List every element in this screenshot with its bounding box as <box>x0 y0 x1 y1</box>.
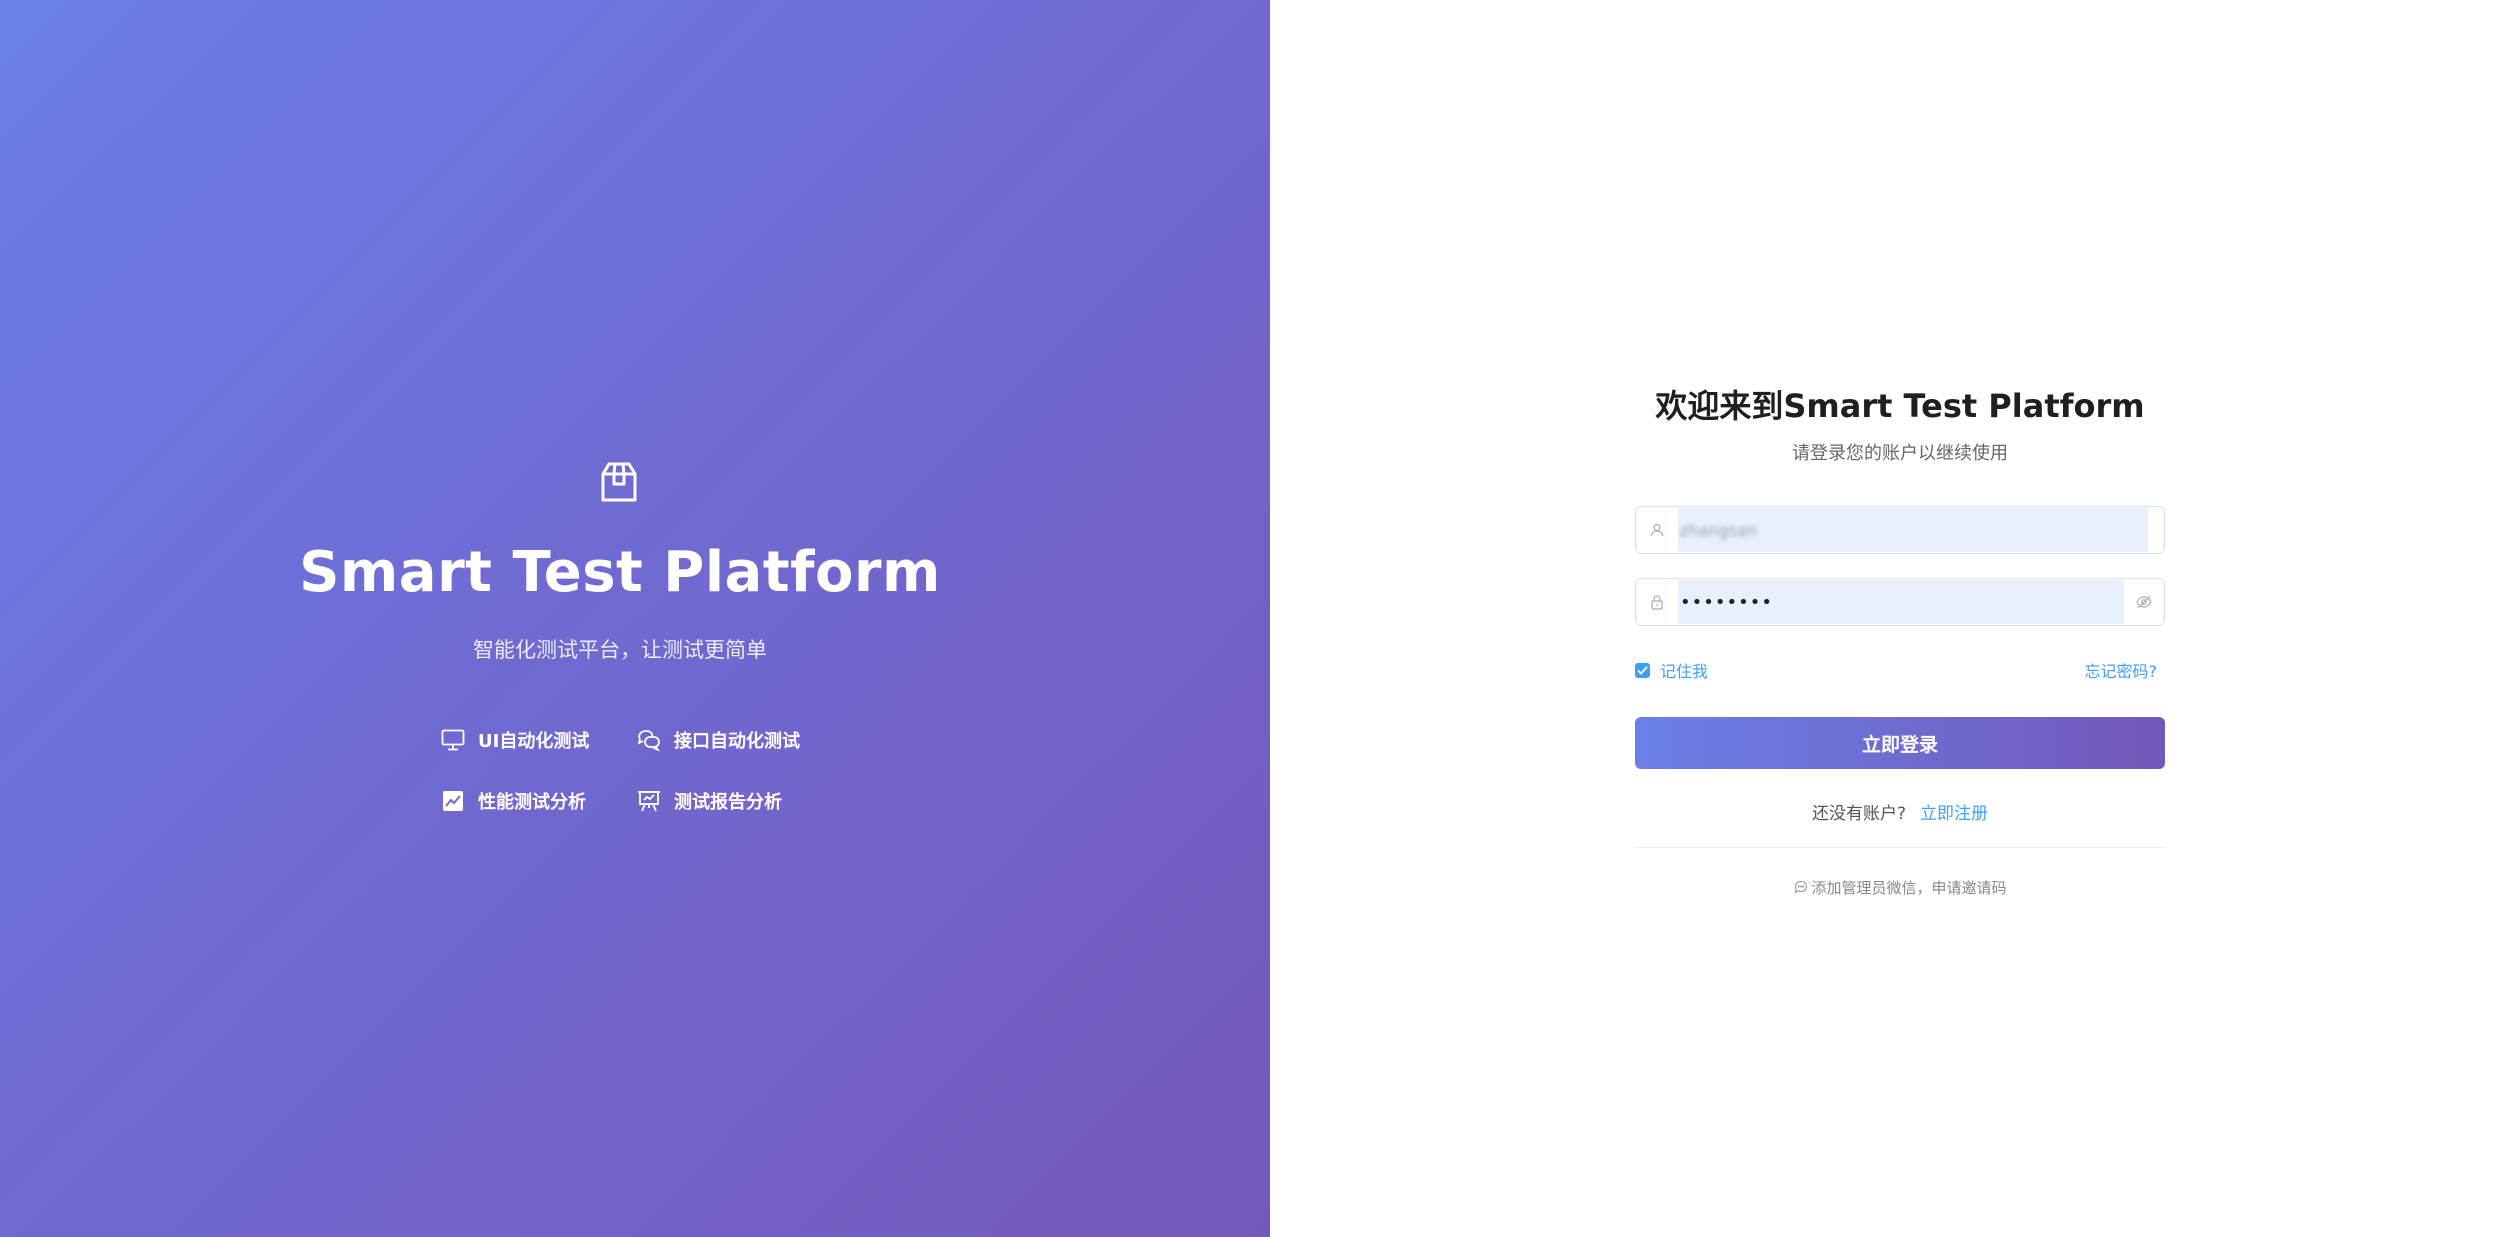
monitor-icon <box>440 728 466 752</box>
chat-icon <box>1793 879 1809 895</box>
feature-ui-automation: UI自动化测试 <box>440 728 636 752</box>
feature-performance: 性能测试分析 <box>440 789 636 813</box>
feature-label: UI自动化测试 <box>478 731 590 752</box>
feature-label: 测试报告分析 <box>674 792 782 813</box>
line-chart-icon <box>440 789 466 813</box>
username-input[interactable]: zhangsan <box>1678 508 2148 552</box>
password-input[interactable]: •••••••• <box>1678 580 2124 624</box>
login-button[interactable]: 立即登录 <box>1635 717 2165 769</box>
feature-report: 测试报告分析 <box>636 789 832 813</box>
feature-label: 性能测试分析 <box>478 792 586 813</box>
invite-code-tip: 添加管理员微信，申请邀请码 <box>1635 876 2165 898</box>
login-form: 欢迎来到Smart Test Platform 请登录您的账户以继续使用 zha… <box>1635 380 2165 898</box>
user-icon <box>1636 507 1678 553</box>
register-link[interactable]: 立即注册 <box>1920 804 1988 824</box>
checkbox-checked-icon[interactable] <box>1635 662 1650 678</box>
register-row: 还没有账户? 立即注册 <box>1635 799 2165 824</box>
eye-hidden-icon[interactable] <box>2124 579 2164 625</box>
options-row: 记住我 忘记密码? <box>1635 658 2165 682</box>
brand-title: Smart Test Platform <box>299 540 941 605</box>
username-field[interactable]: zhangsan <box>1635 506 2165 554</box>
login-page: Smart Test Platform 智能化测试平台，让测试更简单 UI自动化… <box>0 0 2495 1237</box>
chat-bubbles-icon <box>636 728 662 752</box>
brand-panel: Smart Test Platform 智能化测试平台，让测试更简单 UI自动化… <box>0 0 1270 1237</box>
feature-list: UI自动化测试 接口自动化测试 性能测试分析 测试报告分析 <box>440 728 860 813</box>
login-subtitle: 请登录您的账户以继续使用 <box>1792 443 2008 464</box>
forgot-password-link[interactable]: 忘记密码? <box>2085 658 2158 682</box>
login-title: 欢迎来到Smart Test Platform <box>1655 387 2145 425</box>
presentation-board-icon <box>636 789 662 813</box>
feature-label: 接口自动化测试 <box>674 731 800 752</box>
remember-me-label[interactable]: 记住我 <box>1660 658 1708 682</box>
remember-me-checkbox[interactable]: 记住我 <box>1635 658 1708 682</box>
feature-api-automation: 接口自动化测试 <box>636 728 832 752</box>
password-field[interactable]: •••••••• <box>1635 578 2165 626</box>
brand-subtitle: 智能化测试平台，让测试更简单 <box>473 638 767 662</box>
username-value: zhangsan <box>1680 520 1757 540</box>
divider <box>1635 847 2165 848</box>
package-box-icon <box>597 460 641 504</box>
lock-icon <box>1636 579 1678 625</box>
login-panel: 欢迎来到Smart Test Platform 请登录您的账户以继续使用 zha… <box>1270 0 2495 1237</box>
no-account-text: 还没有账户? <box>1811 804 1907 824</box>
invite-code-text: 添加管理员微信，申请邀请码 <box>1811 878 2007 897</box>
